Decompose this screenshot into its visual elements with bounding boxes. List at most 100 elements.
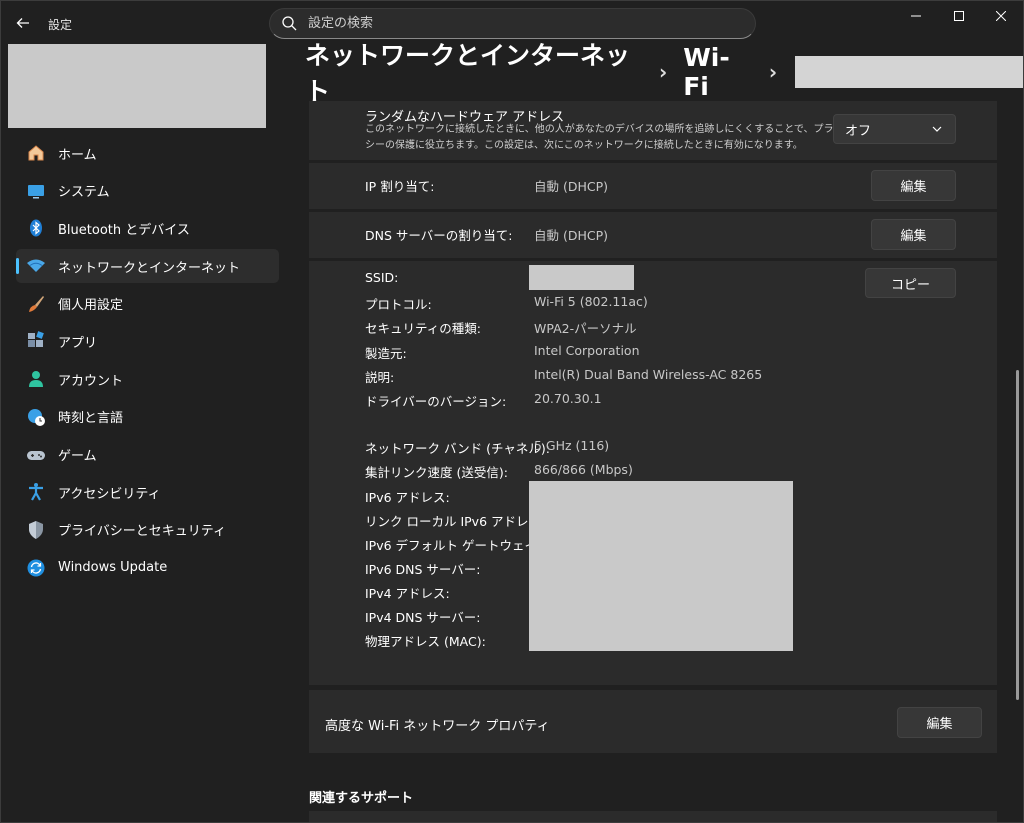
sidebar-item-time-language[interactable]: 時刻と言語 bbox=[16, 400, 279, 434]
sidebar-item-privacy[interactable]: プライバシーとセキュリティ bbox=[16, 513, 279, 547]
globe-clock-icon bbox=[26, 407, 46, 427]
back-button[interactable] bbox=[10, 10, 36, 36]
ipv4-address-label: IPv4 アドレス: bbox=[365, 586, 450, 601]
protocol-label: プロトコル: bbox=[365, 297, 432, 312]
mac-address-label: 物理アドレス (MAC): bbox=[365, 634, 486, 649]
breadcrumb-separator: › bbox=[768, 60, 778, 84]
sidebar-item-gaming[interactable]: ゲーム bbox=[16, 438, 279, 472]
link-local-ipv6-label: リンク ローカル IPv6 アドレス: bbox=[365, 514, 546, 529]
maximize-icon bbox=[954, 11, 964, 21]
shield-icon bbox=[26, 520, 46, 540]
minimize-icon bbox=[911, 15, 921, 17]
update-icon bbox=[26, 558, 46, 578]
random-hw-dropdown-value: オフ bbox=[845, 123, 872, 139]
manufacturer-label: 製造元: bbox=[365, 346, 407, 361]
security-type-value: WPA2-パーソナル bbox=[534, 321, 637, 336]
random-hw-dropdown[interactable]: オフ bbox=[833, 114, 956, 144]
ip-edit-button-label: 編集 bbox=[900, 180, 927, 195]
dns-edit-button[interactable]: 編集 bbox=[871, 219, 956, 250]
sidebar-item-label: アクセシビリティ bbox=[58, 486, 161, 502]
dns-assignment-value: 自動 (DHCP) bbox=[534, 228, 609, 243]
maximize-button[interactable] bbox=[936, 0, 982, 32]
sidebar-item-home[interactable]: ホーム bbox=[16, 136, 279, 170]
copy-button-label: コピー bbox=[890, 277, 930, 293]
bluetooth-icon bbox=[26, 218, 46, 238]
ip-assignment-label: IP 割り当て: bbox=[365, 179, 435, 194]
breadcrumb-separator: › bbox=[658, 60, 668, 84]
accessibility-icon bbox=[26, 482, 46, 502]
security-type-label: セキュリティの種類: bbox=[365, 321, 481, 336]
close-button[interactable] bbox=[978, 0, 1024, 32]
ip-assignment-value: 自動 (DHCP) bbox=[534, 179, 609, 194]
vertical-scrollbar[interactable] bbox=[1016, 370, 1019, 700]
sidebar-item-windows-update[interactable]: Windows Update bbox=[16, 551, 279, 585]
sidebar-item-network[interactable]: ネットワークとインターネット bbox=[16, 249, 279, 284]
sidebar-item-label: ホーム bbox=[58, 147, 97, 163]
ssid-label: SSID: bbox=[365, 270, 399, 285]
dns-assignment-label: DNS サーバーの割り当て: bbox=[365, 228, 513, 243]
network-band-label: ネットワーク バンド (チャネル): bbox=[365, 441, 550, 456]
network-band-value: 5 GHz (116) bbox=[534, 438, 610, 453]
close-icon bbox=[996, 11, 1006, 21]
system-icon bbox=[26, 181, 46, 201]
breadcrumb-network[interactable]: ネットワークとインターネット bbox=[305, 36, 643, 108]
apps-icon bbox=[26, 331, 46, 351]
sidebar-item-accessibility[interactable]: アクセシビリティ bbox=[16, 475, 279, 509]
back-arrow-icon bbox=[16, 18, 29, 28]
breadcrumb-wifi[interactable]: Wi-Fi bbox=[683, 43, 753, 101]
ssid-value-redacted bbox=[529, 265, 634, 290]
chevron-down-icon bbox=[932, 126, 942, 132]
sidebar-item-personalization[interactable]: 個人用設定 bbox=[16, 287, 279, 321]
advanced-edit-button[interactable]: 編集 bbox=[897, 707, 982, 738]
search-icon bbox=[282, 16, 297, 31]
sidebar-item-label: アカウント bbox=[58, 373, 124, 389]
manufacturer-value: Intel Corporation bbox=[534, 343, 640, 358]
address-values-redacted bbox=[529, 481, 793, 651]
breadcrumb-network-name-redacted bbox=[795, 56, 1024, 88]
sidebar-item-accounts[interactable]: アカウント bbox=[16, 362, 279, 396]
sidebar-item-label: システム bbox=[58, 185, 110, 201]
sidebar-nav: ホーム システム Bluetooth とデバイス ネットワークとインターネット … bbox=[16, 136, 279, 588]
sidebar-item-label: プライバシーとセキュリティ bbox=[58, 524, 226, 540]
link-speed-value: 866/866 (Mbps) bbox=[534, 462, 633, 477]
ipv6-gateway-label: IPv6 デフォルト ゲートウェイ: bbox=[365, 538, 542, 553]
sidebar-item-label: 個人用設定 bbox=[58, 298, 124, 314]
advanced-edit-button-label: 編集 bbox=[926, 717, 953, 732]
protocol-value: Wi-Fi 5 (802.11ac) bbox=[534, 294, 648, 309]
ipv4-dns-label: IPv4 DNS サーバー: bbox=[365, 610, 481, 625]
minimize-button[interactable] bbox=[893, 0, 939, 32]
sidebar-item-label: アプリ bbox=[58, 335, 98, 351]
sidebar-item-label: 時刻と言語 bbox=[58, 411, 124, 427]
wifi-icon bbox=[26, 256, 46, 276]
dns-edit-button-label: 編集 bbox=[900, 229, 927, 244]
sidebar-item-apps[interactable]: アプリ bbox=[16, 324, 279, 358]
sidebar-item-system[interactable]: システム bbox=[16, 174, 279, 208]
ip-edit-button[interactable]: 編集 bbox=[871, 170, 956, 201]
search-box[interactable] bbox=[269, 8, 756, 39]
search-input[interactable] bbox=[308, 13, 728, 34]
sidebar-item-label: ゲーム bbox=[58, 449, 97, 464]
brush-icon bbox=[26, 294, 46, 314]
ipv6-dns-label: IPv6 DNS サーバー: bbox=[365, 562, 481, 577]
breadcrumb: ネットワークとインターネット › Wi-Fi › bbox=[305, 41, 1024, 106]
copy-button[interactable]: コピー bbox=[865, 268, 956, 298]
related-support-title: 関連するサポート bbox=[309, 791, 414, 806]
random-hw-description-line1: このネットワークに接続したときに、他の人があなたのデバイスの場所を追跡しにくくす… bbox=[365, 124, 854, 135]
related-support-card bbox=[309, 811, 997, 823]
sidebar-item-label: ネットワークとインターネット bbox=[58, 260, 241, 276]
app-title: 設定 bbox=[48, 18, 73, 32]
sidebar-item-label: Bluetooth とデバイス bbox=[58, 222, 190, 238]
driver-version-label: ドライバーのバージョン: bbox=[365, 394, 507, 409]
driver-version-value: 20.70.30.1 bbox=[534, 391, 602, 406]
sidebar-item-bluetooth[interactable]: Bluetooth とデバイス bbox=[16, 211, 279, 245]
description-value: Intel(R) Dual Band Wireless-AC 8265 bbox=[534, 367, 763, 382]
person-icon bbox=[26, 369, 46, 389]
sidebar-item-label: Windows Update bbox=[58, 560, 168, 576]
ipv6-address-label: IPv6 アドレス: bbox=[365, 490, 450, 505]
home-icon bbox=[26, 143, 46, 163]
gamepad-icon bbox=[26, 445, 46, 465]
user-profile-redacted[interactable] bbox=[8, 44, 266, 128]
description-label: 説明: bbox=[365, 370, 395, 385]
link-speed-label: 集計リンク速度 (送受信): bbox=[365, 465, 508, 480]
random-hw-description-line2: シーの保護に役立ちます。この設定は、次にこのネットワークに接続したときに有効にな… bbox=[365, 140, 803, 151]
